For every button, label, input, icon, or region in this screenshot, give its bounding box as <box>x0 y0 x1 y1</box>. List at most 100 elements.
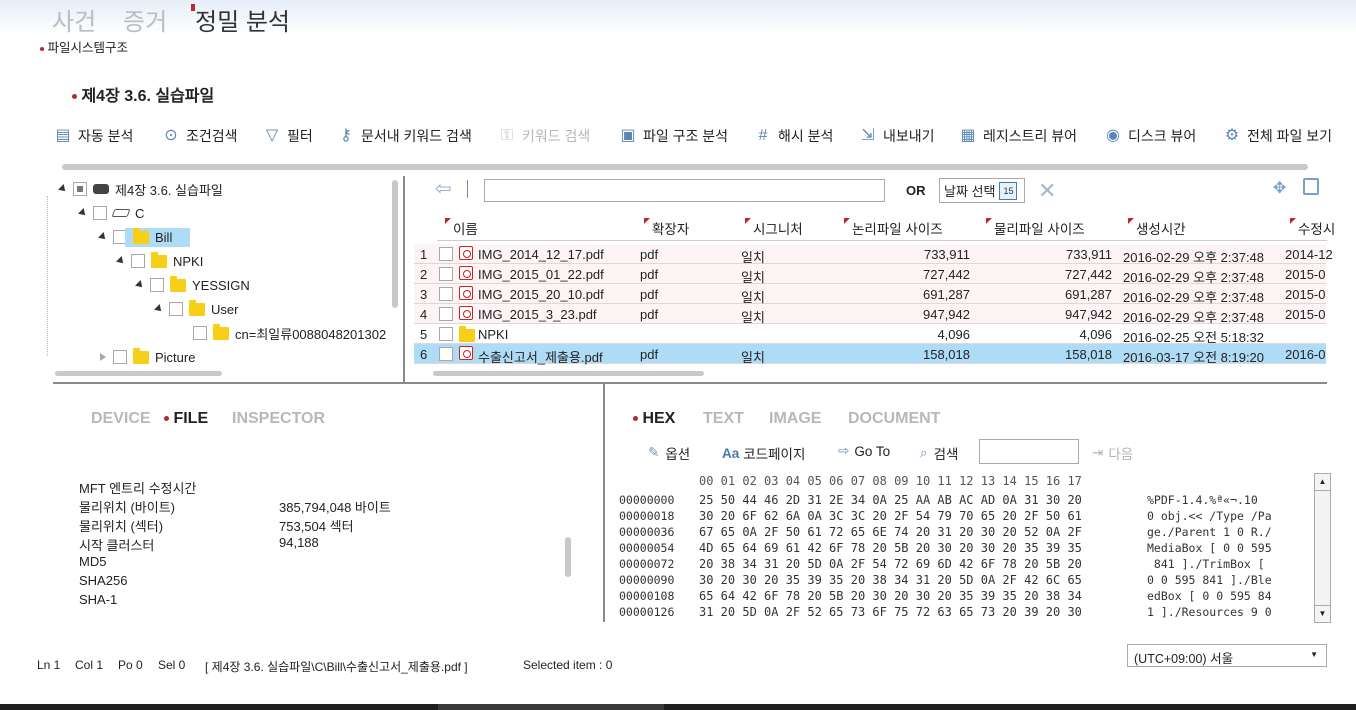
tab-evidence[interactable]: 증거 <box>123 2 167 37</box>
tree-node[interactable]: YESSIGN <box>55 273 395 297</box>
bottom-splitter[interactable] <box>603 384 605 622</box>
export-button[interactable]: ⇲ 내보내기 <box>858 124 934 148</box>
codepage-button[interactable]: Aa 코드페이지 <box>722 443 805 463</box>
table-row[interactable]: 5 NPKI 4,096 4,096 2016-02-25 오전 5:18:32 <box>414 324 1326 345</box>
expand-toggle-icon[interactable] <box>58 184 68 194</box>
hex-bytes[interactable]: 20 38 34 31 20 5D 0A 2F 54 72 69 6D 42 6… <box>699 557 1082 573</box>
hex-search-button[interactable]: ⌕ 검색 <box>920 443 958 463</box>
tree-node[interactable]: User <box>55 297 395 321</box>
tree-node[interactable]: NPKI <box>55 249 395 273</box>
hex-ascii[interactable]: 0 0 595 841 ]./Ble <box>1147 573 1272 587</box>
tab-hex[interactable]: HEX <box>633 410 675 428</box>
tree-node[interactable]: C <box>55 201 395 225</box>
hex-bytes[interactable]: 67 65 0A 2F 50 61 72 65 6E 74 20 31 20 3… <box>699 525 1082 541</box>
table-row[interactable]: 6 수출신고서_제출용.pdf pdf 일치 158,018 158,018 2016-03… <box>414 344 1326 365</box>
column-header-extension[interactable]: 확장자 <box>644 218 689 238</box>
hex-vertical-scrollbar[interactable]: ▲ ▼ <box>1314 473 1331 623</box>
hex-ascii[interactable]: MediaBox [ 0 0 595 <box>1147 541 1272 555</box>
tab-device[interactable]: DEVICE <box>91 410 151 428</box>
expand-toggle-icon[interactable] <box>154 304 164 314</box>
hex-bytes[interactable]: 4D 65 64 69 61 42 6F 78 20 5B 20 30 20 3… <box>699 541 1082 557</box>
hex-bytes[interactable]: 25 50 44 46 2D 31 2E 34 0A 25 AA AB AC A… <box>699 493 1082 509</box>
grid-horizontal-scrollbar[interactable] <box>433 371 704 376</box>
scroll-down-arrow-icon[interactable]: ▼ <box>1315 605 1330 622</box>
clear-filter-icon[interactable]: ✕ <box>1038 178 1056 204</box>
scroll-up-arrow-icon[interactable]: ▲ <box>1315 474 1330 491</box>
column-header-physical-size[interactable]: 물리파일 사이즈 <box>986 218 1085 238</box>
hex-ascii[interactable]: 841 ]./TrimBox [ <box>1147 557 1272 571</box>
tree-checkbox[interactable] <box>113 350 127 364</box>
pin-icon[interactable]: ✥ <box>1273 178 1286 198</box>
back-arrow-icon[interactable]: ⇦ <box>435 179 457 200</box>
registry-viewer-button[interactable]: ▦ 레지스트리 뷰어 <box>958 124 1077 148</box>
expand-toggle-icon[interactable] <box>98 232 108 242</box>
breadcrumb[interactable]: 파일시스템구조 <box>40 37 128 56</box>
all-files-view-button[interactable]: ⚙ 전체 파일 보기 <box>1222 124 1332 148</box>
tab-case[interactable]: 사건 <box>52 2 96 37</box>
hash-analysis-button[interactable]: # 해시 분석 <box>753 124 834 148</box>
tree-node[interactable]: Bill <box>55 225 395 249</box>
hex-ascii[interactable]: %PDF-1.4.%ª«¬.10 <box>1147 493 1258 507</box>
hex-search-input[interactable] <box>979 439 1079 464</box>
column-header-logical-size[interactable]: 논리파일 사이즈 <box>844 218 943 238</box>
condition-search-button[interactable]: ⊙ 조건검색 <box>161 124 237 148</box>
tree-horizontal-scrollbar[interactable] <box>55 371 222 376</box>
date-select-button[interactable]: 날짜 선택 15 <box>939 178 1025 203</box>
auto-analysis-button[interactable]: ▤ 자동 분석 <box>53 124 133 148</box>
filter-button[interactable]: ▽ 필터 <box>262 124 313 148</box>
column-header-modified-time[interactable]: 수정시 <box>1290 218 1335 238</box>
column-header-created-time[interactable]: 생성시간 <box>1128 218 1186 238</box>
row-checkbox[interactable] <box>439 267 453 281</box>
table-row[interactable]: 2 IMG_2015_01_22.pdf pdf 일치 727,442 727,442 20… <box>414 264 1326 285</box>
expand-toggle-icon[interactable] <box>135 280 145 290</box>
tab-file[interactable]: FILE <box>164 410 208 428</box>
hex-next-button[interactable]: ⇥ 다음 <box>1092 443 1133 463</box>
expand-toggle-icon[interactable] <box>116 256 126 266</box>
hex-ascii[interactable]: edBox [ 0 0 595 84 <box>1147 589 1272 603</box>
properties-scrollbar[interactable] <box>565 537 571 577</box>
file-search-input[interactable] <box>484 179 885 202</box>
goto-button[interactable]: ⇨ Go To <box>838 443 890 459</box>
expand-toggle-icon[interactable] <box>100 353 106 361</box>
tree-splitter[interactable] <box>403 176 405 384</box>
tab-document[interactable]: DOCUMENT <box>848 410 940 428</box>
row-checkbox[interactable] <box>439 327 453 341</box>
tree-node[interactable]: cn=최일류0088048201302 <box>55 321 395 345</box>
hex-bytes[interactable]: 30 20 30 20 35 39 35 20 38 34 31 20 5D 0… <box>699 573 1082 589</box>
column-header-signature[interactable]: 시그니처 <box>745 218 803 238</box>
row-checkbox[interactable] <box>439 247 453 261</box>
row-checkbox[interactable] <box>439 287 453 301</box>
keyword-search-button[interactable]: ⚿ 키워드 검색 <box>497 124 590 148</box>
tab-inspector[interactable]: INSPECTOR <box>232 410 325 428</box>
tree-node[interactable]: Picture <box>55 345 395 369</box>
tree-checkbox[interactable] <box>193 326 207 340</box>
hex-ascii[interactable]: 0 obj.<< /Type /Pa <box>1147 509 1272 523</box>
horizontal-splitter[interactable] <box>53 382 1327 384</box>
timezone-select[interactable]: (UTC+09:00) 서울 ▼ <box>1127 644 1327 667</box>
hex-ascii[interactable]: 1 ]./Resources 9 0 <box>1147 605 1272 619</box>
tree-vertical-scrollbar[interactable] <box>392 180 398 308</box>
tab-text[interactable]: TEXT <box>703 410 744 428</box>
file-structure-analysis-button[interactable]: ▣ 파일 구조 분석 <box>618 124 728 148</box>
tab-image[interactable]: IMAGE <box>769 410 821 428</box>
tree-checkbox[interactable] <box>131 254 145 268</box>
tree-checkbox[interactable] <box>73 182 87 196</box>
table-row[interactable]: 1 IMG_2014_12_17.pdf pdf 일치 733,911 733,911 20… <box>414 244 1333 265</box>
hex-options-button[interactable]: ✎ 옵션 <box>648 443 690 463</box>
hex-ascii[interactable]: ge./Parent 1 0 R./ <box>1147 525 1272 539</box>
tab-detailed-analysis[interactable]: 정밀 분석 <box>191 2 290 37</box>
table-row[interactable]: 4 IMG_2015_3_23.pdf pdf 일치 947,942 947,942 201… <box>414 304 1326 325</box>
table-row[interactable]: 3 IMG_2015_20_10.pdf pdf 일치 691,287 691,287 20… <box>414 284 1326 305</box>
tree-checkbox[interactable] <box>93 206 107 220</box>
toolbar-scrollbar[interactable] <box>62 164 1308 170</box>
row-checkbox[interactable] <box>439 307 453 321</box>
expand-toggle-icon[interactable] <box>78 208 88 218</box>
tree-checkbox[interactable] <box>169 302 183 316</box>
tree-checkbox[interactable] <box>150 278 164 292</box>
row-checkbox[interactable] <box>439 347 453 361</box>
hex-bytes[interactable]: 31 20 5D 0A 2F 52 65 73 6F 75 72 63 65 7… <box>699 605 1082 621</box>
tree-node[interactable]: 제4장 3.6. 실습파일 <box>55 177 395 201</box>
save-icon[interactable] <box>1303 178 1319 195</box>
doc-keyword-search-button[interactable]: ⚷ 문서내 키워드 검색 <box>336 124 472 148</box>
column-header-name[interactable]: 이름 <box>445 218 478 238</box>
